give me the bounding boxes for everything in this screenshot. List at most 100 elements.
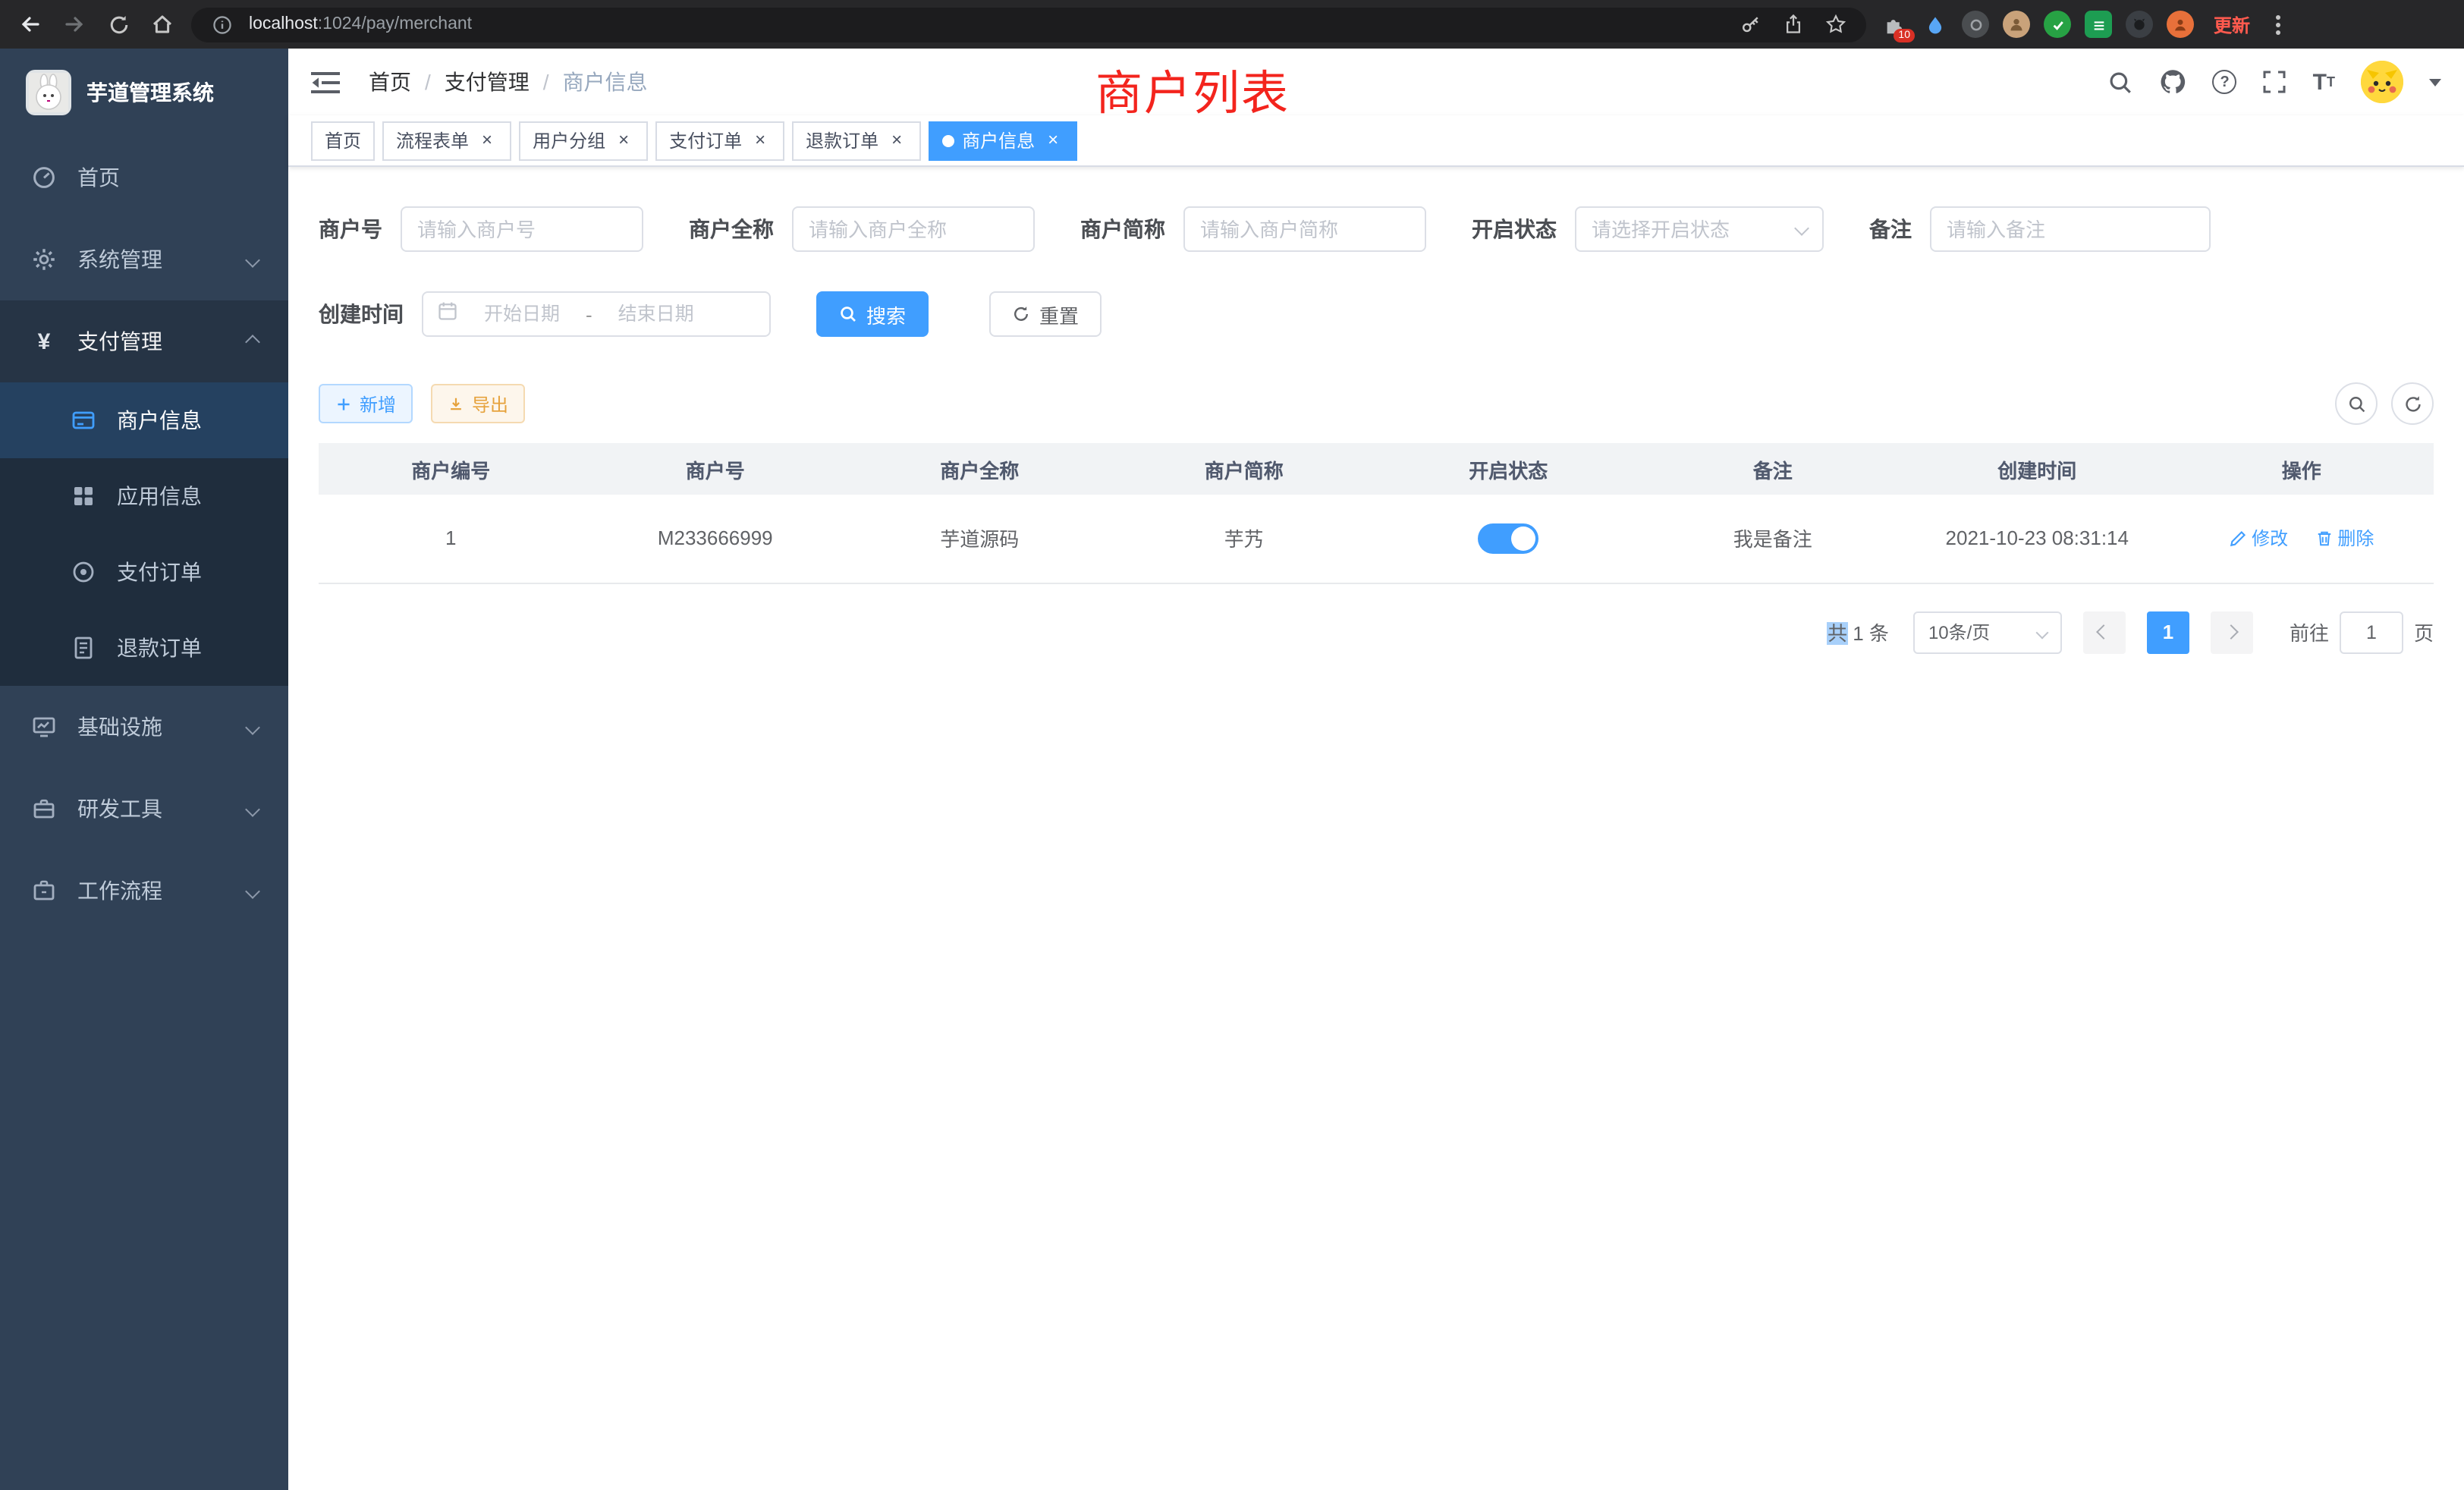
col-create-time: 创建时间 xyxy=(1905,443,2170,495)
extensions-puzzle-icon[interactable]: 10 xyxy=(1880,11,1907,38)
total-count: 共 1 条 xyxy=(1828,618,1889,646)
sidebar-item-app-info[interactable]: 应用信息 xyxy=(0,458,288,534)
goto-page: 前往 页 xyxy=(2290,611,2434,653)
date-separator: - xyxy=(586,303,592,325)
profile-extension-icon[interactable] xyxy=(2003,11,2030,38)
breadcrumb: 首页 / 支付管理 / 商户信息 xyxy=(369,67,648,97)
reload-icon[interactable] xyxy=(103,9,134,39)
breadcrumb-section[interactable]: 支付管理 xyxy=(445,67,530,97)
check-extension-icon[interactable] xyxy=(2044,11,2071,38)
browser-menu-icon[interactable] xyxy=(2270,14,2286,34)
export-button[interactable]: 导出 xyxy=(431,384,525,423)
sidebar-toggle-icon[interactable] xyxy=(311,70,341,94)
date-start-input[interactable] xyxy=(467,303,577,325)
grid-icon xyxy=(70,484,97,508)
yen-icon: ¥ xyxy=(30,328,58,354)
status-toggle[interactable] xyxy=(1478,523,1538,554)
short-name-input[interactable] xyxy=(1183,206,1426,252)
home-icon[interactable] xyxy=(147,9,178,39)
sidebar-item-home[interactable]: 首页 xyxy=(0,137,288,218)
font-size-icon[interactable]: TT xyxy=(2313,69,2335,95)
document-icon xyxy=(70,636,97,660)
sidebar-item-workflow[interactable]: 工作流程 xyxy=(0,850,288,932)
col-remark: 备注 xyxy=(1641,443,1906,495)
github-icon[interactable] xyxy=(2160,68,2187,96)
sidebar-item-refund-order[interactable]: 退款订单 xyxy=(0,610,288,686)
tab-user-group[interactable]: 用户分组× xyxy=(519,121,648,160)
tab-pay-order[interactable]: 支付订单× xyxy=(655,121,784,160)
date-end-input[interactable] xyxy=(602,303,711,325)
tab-flow-form[interactable]: 流程表单× xyxy=(382,121,511,160)
app-title: 芋道管理系统 xyxy=(86,77,214,108)
close-icon[interactable]: × xyxy=(613,130,634,151)
bookmark-star-icon[interactable] xyxy=(1821,9,1851,39)
forward-icon[interactable] xyxy=(59,9,90,39)
remark-input[interactable] xyxy=(1930,206,2211,252)
sheet-extension-icon[interactable] xyxy=(2085,11,2112,38)
close-icon[interactable]: × xyxy=(886,130,907,151)
fullscreen-icon[interactable] xyxy=(2263,70,2287,94)
page-info-icon[interactable] xyxy=(206,9,237,39)
user-avatar[interactable] xyxy=(2361,61,2403,103)
share-icon[interactable] xyxy=(1778,9,1809,39)
password-key-icon[interactable] xyxy=(1736,9,1766,39)
close-icon[interactable]: × xyxy=(1042,130,1064,151)
chevron-down-icon xyxy=(245,252,260,267)
sidebar: 芋道管理系统 首页 系统管理 ¥ xyxy=(0,49,288,1490)
refresh-button[interactable] xyxy=(2391,382,2434,425)
sidebar-item-merchant-info[interactable]: 商户信息 xyxy=(0,382,288,458)
url-text: localhost:1024/pay/merchant xyxy=(249,15,472,33)
next-page-button[interactable] xyxy=(2211,611,2253,653)
breadcrumb-home[interactable]: 首页 xyxy=(369,67,411,97)
sidebar-item-infrastructure[interactable]: 基础设施 xyxy=(0,686,288,768)
sidebar-menu: 首页 系统管理 ¥ 支付管理 xyxy=(0,137,288,932)
date-range-picker[interactable]: - xyxy=(422,291,771,337)
help-icon[interactable]: ? xyxy=(2213,70,2237,94)
short-name-label: 商户简称 xyxy=(1080,214,1165,244)
status-label: 开启状态 xyxy=(1472,214,1557,244)
search-icon[interactable] xyxy=(2108,69,2134,95)
page-1-button[interactable]: 1 xyxy=(2147,611,2189,653)
app-logo[interactable]: 芋道管理系统 xyxy=(0,49,288,137)
breadcrumb-page: 商户信息 xyxy=(563,67,648,97)
cell-merchant-no: M233666999 xyxy=(583,495,848,583)
full-name-input[interactable] xyxy=(792,206,1035,252)
tab-home[interactable]: 首页 xyxy=(311,121,375,160)
toggle-search-button[interactable] xyxy=(2335,382,2378,425)
octocat-extension-icon[interactable] xyxy=(2126,11,2153,38)
close-icon[interactable]: × xyxy=(476,130,498,151)
merchant-no-input[interactable] xyxy=(401,206,643,252)
chevron-up-icon xyxy=(245,334,260,349)
page-size-select[interactable]: 10条/页 xyxy=(1913,611,2062,653)
search-button[interactable]: 搜索 xyxy=(816,291,929,337)
col-full-name: 商户全称 xyxy=(847,443,1112,495)
update-button[interactable]: 更新 xyxy=(2214,11,2250,37)
table-row: 1 M233666999 芋道源码 芋艿 我是备注 2021-10-23 08:… xyxy=(319,495,2434,583)
sidebar-item-pay-order[interactable]: 支付订单 xyxy=(0,534,288,610)
status-select[interactable] xyxy=(1575,206,1824,252)
monitor-icon xyxy=(30,715,58,739)
create-time-label: 创建时间 xyxy=(319,299,404,329)
close-icon[interactable]: × xyxy=(750,130,771,151)
edit-button[interactable]: 修改 xyxy=(2229,525,2288,551)
tab-merchant-info[interactable]: 商户信息× xyxy=(929,121,1077,160)
drop-extension-icon[interactable] xyxy=(1921,11,1948,38)
address-bar[interactable]: localhost:1024/pay/merchant xyxy=(191,7,1866,42)
caret-down-icon[interactable] xyxy=(2429,78,2441,86)
delete-button[interactable]: 删除 xyxy=(2315,525,2374,551)
dashboard-icon xyxy=(30,165,58,190)
avatar-extension-icon[interactable] xyxy=(2167,11,2194,38)
pagination: 共 1 条 10条/页 1 前往 页 xyxy=(288,583,2464,681)
sidebar-item-dev-tools[interactable]: 研发工具 xyxy=(0,768,288,850)
reset-button[interactable]: 重置 xyxy=(989,291,1102,337)
add-button[interactable]: 新增 xyxy=(319,384,413,423)
tab-refund-order[interactable]: 退款订单× xyxy=(792,121,921,160)
sidebar-item-payment[interactable]: ¥ 支付管理 xyxy=(0,300,288,382)
dark-circle-extension-icon[interactable] xyxy=(1962,11,1989,38)
back-icon[interactable] xyxy=(15,9,46,39)
sidebar-item-system[interactable]: 系统管理 xyxy=(0,218,288,300)
goto-page-input[interactable] xyxy=(2340,611,2403,653)
chevron-down-icon xyxy=(245,883,260,898)
prev-page-button[interactable] xyxy=(2083,611,2126,653)
cell-short-name: 芋艿 xyxy=(1112,495,1377,583)
